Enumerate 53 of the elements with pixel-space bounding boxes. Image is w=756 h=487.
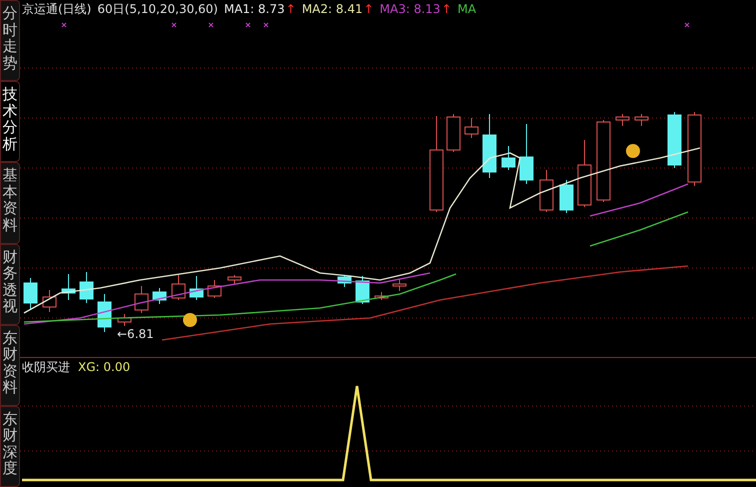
period-label: 60日(5,10,20,30,60) [97, 0, 218, 18]
candlestick [24, 278, 38, 310]
moving-average-label: MA1: 8.73 [224, 2, 285, 16]
candlestick [338, 274, 352, 288]
candlestick [152, 288, 166, 304]
candlestick [578, 140, 592, 208]
side-tab[interactable]: 技术分析 [0, 81, 20, 162]
moving-average-label: MA2: 8.41 [302, 2, 363, 16]
moving-average-label: MA [458, 2, 476, 16]
candlestick [502, 146, 516, 170]
candlestick [172, 274, 186, 300]
candlestick [482, 114, 496, 178]
arrow-label: ↑ [441, 2, 452, 16]
candlestick [134, 286, 148, 314]
side-tab[interactable]: 基本资料 [0, 162, 20, 244]
candlestick [228, 274, 242, 284]
cross-mark-icon [246, 22, 250, 28]
candlestick [356, 276, 370, 304]
coin-icon [626, 144, 640, 158]
candlestick [520, 124, 534, 184]
coin-icon [183, 313, 197, 327]
candlestick [446, 114, 460, 152]
candlestick [634, 114, 648, 126]
indicator-name: 收阴买进 [22, 358, 70, 376]
side-tab[interactable]: 分时走势 [0, 0, 20, 82]
chart-title: 京运通(日线) [22, 0, 92, 18]
candlestick [616, 114, 630, 126]
candlestick [42, 290, 56, 312]
candlestick [374, 292, 388, 300]
indicator-reading: XG: 0.00 [78, 360, 130, 374]
candlestick [118, 314, 132, 326]
arrow-label: ↑ [286, 2, 296, 16]
candlestick [540, 170, 554, 212]
low-price-marker: ←6.81 [117, 327, 154, 341]
candlestick [80, 272, 94, 304]
arrow-label: ↑ [364, 2, 374, 16]
cross-mark-icon [684, 22, 690, 28]
candlestick [190, 276, 204, 300]
candlestick [62, 274, 76, 300]
candlestick [464, 118, 478, 138]
cross-mark-icon [264, 22, 268, 28]
side-tab[interactable]: 财务透视 [0, 244, 20, 325]
candlestick [668, 112, 682, 168]
side-tab[interactable]: 东财资料 [0, 324, 20, 406]
candlestick [560, 180, 574, 214]
cross-mark-icon [172, 22, 176, 28]
cross-mark-icon [62, 22, 66, 28]
candlestick [392, 278, 406, 292]
side-tab[interactable]: 东财深度 [0, 406, 20, 487]
moving-average-label: MA3: 8.13 [380, 2, 440, 16]
cross-mark-icon [208, 22, 214, 28]
candlestick [98, 294, 112, 332]
candlestick [208, 280, 222, 298]
